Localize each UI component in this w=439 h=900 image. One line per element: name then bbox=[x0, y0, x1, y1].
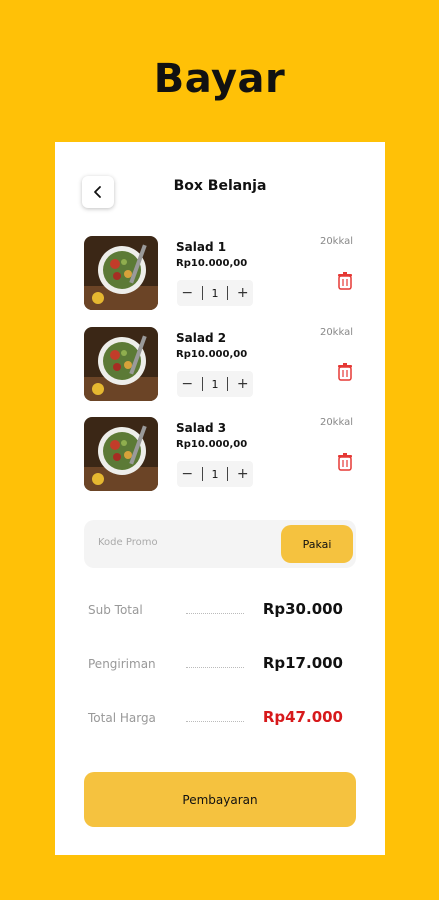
stepper-divider bbox=[201, 286, 203, 300]
trash-icon[interactable] bbox=[337, 363, 353, 381]
cart-item: Salad 3 Rp10.000,00 20kkal − 1 + bbox=[84, 417, 364, 491]
dotted-divider bbox=[186, 667, 244, 668]
decrement-button[interactable]: − bbox=[181, 377, 193, 391]
dotted-divider bbox=[186, 613, 244, 614]
item-name: Salad 2 bbox=[176, 331, 227, 345]
increment-button[interactable]: + bbox=[237, 377, 249, 391]
salad-image bbox=[84, 417, 158, 491]
subtotal-label: Sub Total bbox=[88, 603, 143, 617]
decrement-button[interactable]: − bbox=[181, 467, 193, 481]
stepper-divider bbox=[227, 467, 229, 481]
decrement-button[interactable]: − bbox=[181, 286, 193, 300]
trash-icon[interactable] bbox=[337, 272, 353, 290]
page-title: Bayar bbox=[153, 56, 286, 102]
item-price: Rp10.000,00 bbox=[176, 439, 248, 450]
salad-image bbox=[84, 327, 158, 401]
subtotal-value: Rp30.000 bbox=[262, 600, 343, 618]
total-value: Rp47.000 bbox=[262, 708, 343, 726]
subtotal-row: Sub Total Rp30.000 bbox=[88, 600, 343, 622]
apply-promo-button[interactable]: Pakai bbox=[281, 525, 353, 563]
stepper-divider bbox=[227, 377, 229, 391]
item-calories: 20kkal bbox=[319, 236, 353, 247]
promo-section: Pakai bbox=[84, 520, 356, 568]
cart-card: Box Belanja Salad 1 Rp10.000,00 20kkal −… bbox=[55, 142, 385, 855]
item-price: Rp10.000,00 bbox=[176, 258, 248, 269]
cart-item: Salad 2 Rp10.000,00 20kkal − 1 + bbox=[84, 327, 364, 401]
item-calories: 20kkal bbox=[319, 417, 353, 428]
quantity-stepper: − 1 + bbox=[177, 461, 253, 487]
shipping-row: Pengiriman Rp17.000 bbox=[88, 654, 343, 676]
total-row: Total Harga Rp47.000 bbox=[88, 708, 343, 730]
increment-button[interactable]: + bbox=[237, 467, 249, 481]
item-price: Rp10.000,00 bbox=[176, 349, 248, 360]
payment-button[interactable]: Pembayaran bbox=[84, 772, 356, 827]
increment-button[interactable]: + bbox=[237, 286, 249, 300]
cart-title: Box Belanja bbox=[173, 178, 267, 194]
quantity-stepper: − 1 + bbox=[177, 371, 253, 397]
stepper-divider bbox=[201, 377, 203, 391]
quantity-value: 1 bbox=[211, 286, 219, 300]
shipping-value: Rp17.000 bbox=[262, 654, 343, 672]
salad-image bbox=[84, 236, 158, 310]
cart-item: Salad 1 Rp10.000,00 20kkal − 1 + bbox=[84, 236, 364, 310]
shipping-label: Pengiriman bbox=[88, 657, 156, 671]
quantity-stepper: − 1 + bbox=[177, 280, 253, 306]
stepper-divider bbox=[227, 286, 229, 300]
total-label: Total Harga bbox=[88, 711, 156, 725]
item-name: Salad 1 bbox=[176, 240, 227, 254]
quantity-value: 1 bbox=[211, 377, 219, 391]
trash-icon[interactable] bbox=[337, 453, 353, 471]
promo-code-input[interactable] bbox=[98, 537, 268, 548]
stepper-divider bbox=[201, 467, 203, 481]
item-calories: 20kkal bbox=[319, 327, 353, 338]
dotted-divider bbox=[186, 721, 244, 722]
item-name: Salad 3 bbox=[176, 421, 227, 435]
quantity-value: 1 bbox=[211, 467, 219, 481]
